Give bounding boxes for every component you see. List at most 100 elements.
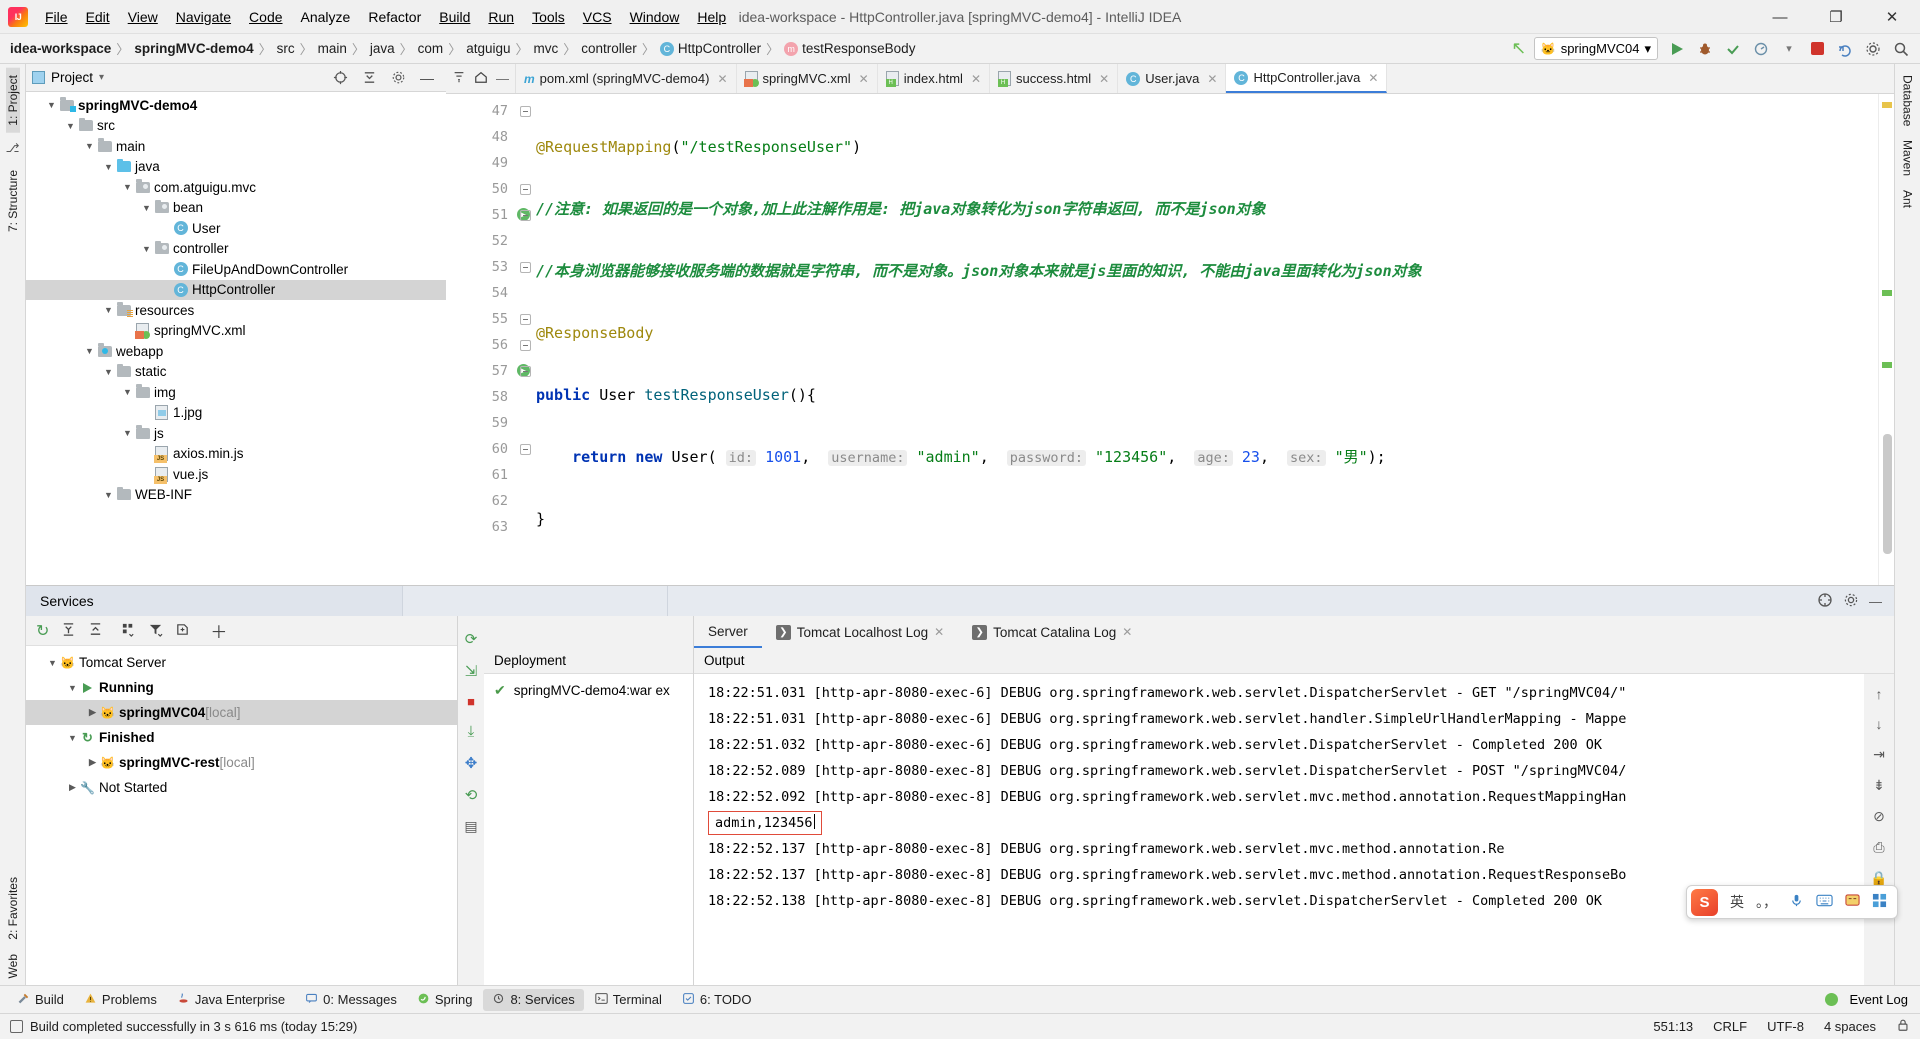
services-tree-node[interactable]: ▼ 🐱 Tomcat Server <box>26 650 457 675</box>
close-icon[interactable]: ✕ <box>1368 71 1378 85</box>
menu-tools[interactable]: Tools <box>523 4 574 30</box>
lock-icon[interactable] <box>1896 1018 1910 1035</box>
rail-tab-favorites[interactable]: 2: Favorites <box>6 870 20 947</box>
editor-tab[interactable]: C User.java ✕ <box>1118 64 1227 93</box>
line-number[interactable]: 51 ▶ <box>446 202 530 228</box>
ime-punctuation-icon[interactable]: 。， <box>1756 892 1777 912</box>
close-icon[interactable]: ✕ <box>1099 72 1109 86</box>
menu-help[interactable]: Help <box>688 4 735 30</box>
run-with-coverage-button[interactable] <box>1720 37 1746 61</box>
services-tree-node[interactable]: ▶ 🐱 springMVC-rest [local] <box>26 750 457 775</box>
close-icon[interactable]: ✕ <box>934 625 944 639</box>
event-log-label[interactable]: Event Log <box>1849 992 1908 1007</box>
fold-collapse-icon[interactable] <box>519 261 531 273</box>
tab-tomcat-catalina-log[interactable]: ❯ Tomcat Catalina Log ✕ <box>958 616 1146 648</box>
project-tree-node[interactable]: ▼ static <box>26 362 446 383</box>
close-icon[interactable]: ✕ <box>1207 72 1217 86</box>
deploy-icon[interactable]: ⤓ <box>468 723 475 740</box>
rerun-icon[interactable]: ↻ <box>36 621 49 641</box>
sort-tabs-icon[interactable] <box>452 70 466 87</box>
editor-tab[interactable]: C HttpController.java ✕ <box>1226 64 1388 93</box>
fold-marker[interactable] <box>514 176 536 202</box>
maximize-button[interactable]: ❐ <box>1808 0 1864 34</box>
menu-file[interactable]: File <box>36 4 77 30</box>
project-tree-node[interactable]: ▸ axios.min.js <box>26 444 446 465</box>
tree-expand-arrow-icon[interactable]: ▼ <box>121 387 134 397</box>
line-number[interactable]: 59 <box>446 410 514 436</box>
rail-tab-ant[interactable]: Ant <box>1901 183 1915 215</box>
indent-setting[interactable]: 4 spaces <box>1824 1019 1876 1034</box>
clear-all-icon[interactable]: ⊘ <box>1873 808 1885 825</box>
bottom-tab-services[interactable]: 8: Services <box>483 988 584 1011</box>
breadcrumb-item-workspace[interactable]: idea-workspace <box>10 41 111 56</box>
editor-tabs-list[interactable]: m pom.xml (springMVC-demo4) ✕ springMVC.xml… <box>516 64 1388 93</box>
home-icon[interactable] <box>474 70 488 87</box>
fold-marker[interactable] <box>514 150 536 176</box>
run-configuration-selector[interactable]: 🐱 springMVC04 ▾ <box>1533 37 1658 60</box>
fold-marker[interactable] <box>514 254 536 280</box>
fold-marker[interactable] <box>514 306 536 332</box>
fold-collapse-icon[interactable] <box>519 183 531 195</box>
close-button[interactable]: ✕ <box>1864 0 1920 34</box>
stop-icon[interactable]: ■ <box>467 694 475 709</box>
line-number[interactable]: 52 <box>446 228 514 254</box>
breadcrumb-item-class[interactable]: C HttpController <box>659 41 761 56</box>
redeploy-icon[interactable]: ⇲ <box>465 662 478 680</box>
close-icon[interactable]: ✕ <box>971 72 981 86</box>
close-icon[interactable]: ✕ <box>717 72 727 86</box>
project-tree-node[interactable]: ▼ img <box>26 382 446 403</box>
rail-tab-database[interactable]: Database <box>1901 68 1915 133</box>
tree-expand-arrow-icon[interactable]: ▶ <box>86 757 99 768</box>
build-hammer-icon[interactable]: ↖ <box>1506 37 1532 61</box>
line-number[interactable]: 63 <box>446 514 514 540</box>
menu-view[interactable]: View <box>119 4 167 30</box>
emoji-icon[interactable] <box>1845 893 1860 911</box>
sogou-logo-icon[interactable]: S <box>1691 888 1718 916</box>
tree-expand-arrow-icon[interactable]: ▸ <box>140 469 153 480</box>
tab-server[interactable]: Server <box>694 616 762 648</box>
fold-marker[interactable] <box>514 410 536 436</box>
status-toggle-icon[interactable] <box>10 1020 23 1033</box>
tree-expand-arrow-icon[interactable]: ▸ <box>140 407 153 418</box>
project-tree-node[interactable]: ▼ WEB-INF <box>26 485 446 506</box>
breadcrumb-item-com[interactable]: com <box>418 41 444 56</box>
tree-expand-arrow-icon[interactable]: ▸ <box>140 448 153 459</box>
bottom-tab-build[interactable]: Build <box>8 989 73 1011</box>
stop-button[interactable] <box>1804 37 1830 61</box>
project-tree-node[interactable]: ▼ java <box>26 157 446 178</box>
edit-config-icon[interactable]: ✥ <box>465 754 478 772</box>
tree-expand-arrow-icon[interactable]: ▼ <box>102 490 115 500</box>
services-tree[interactable]: ▼ 🐱 Tomcat Server ▼ Running ▶ 🐱 springMVC04 [lo… <box>26 646 457 985</box>
error-stripe[interactable] <box>1878 94 1894 585</box>
tree-expand-arrow-icon[interactable]: ▼ <box>121 182 134 192</box>
line-number[interactable]: 54 <box>446 280 514 306</box>
menu-build[interactable]: Build <box>430 4 479 30</box>
breadcrumb-item-java[interactable]: java <box>370 41 395 56</box>
menu-edit[interactable]: Edit <box>77 4 119 30</box>
tree-expand-arrow-icon[interactable]: ▼ <box>66 683 79 693</box>
fold-marker[interactable] <box>514 384 536 410</box>
add-tab-icon[interactable] <box>175 622 190 640</box>
profiler-button[interactable] <box>1748 37 1774 61</box>
hide-panel-icon[interactable]: — <box>414 66 440 90</box>
project-tree-node[interactable]: ▼ controller <box>26 239 446 260</box>
project-tree-node[interactable]: ▸ springMVC.xml <box>26 321 446 342</box>
fold-marker[interactable] <box>514 436 536 462</box>
fold-collapse-icon[interactable] <box>519 209 531 221</box>
menu-navigate[interactable]: Navigate <box>167 4 240 30</box>
project-tree-node[interactable]: ▸CFileUpAndDownController <box>26 259 446 280</box>
filter-icon[interactable] <box>148 622 163 640</box>
project-file-tree[interactable]: ▼ springMVC-demo4 ▼ src ▼ main ▼ java ▼ com.atgui… <box>26 92 446 585</box>
project-tree-node[interactable]: ▸CUser <box>26 218 446 239</box>
tree-expand-arrow-icon[interactable]: ▶ <box>66 782 79 793</box>
breadcrumb-item-main[interactable]: main <box>318 41 347 56</box>
tree-expand-arrow-icon[interactable]: ▼ <box>83 346 96 356</box>
ime-language-label[interactable]: 英 <box>1730 892 1744 912</box>
project-tree-node[interactable]: ▼ webapp <box>26 341 446 362</box>
editor-scrollbar-thumb[interactable] <box>1883 434 1892 554</box>
project-tree-node[interactable]: ▼ src <box>26 116 446 137</box>
menu-window[interactable]: Window <box>621 4 689 30</box>
tree-expand-arrow-icon[interactable]: ▼ <box>64 121 77 131</box>
bottom-tab-spring[interactable]: Spring <box>408 989 482 1011</box>
services-tree-node[interactable]: ▼ Running <box>26 675 457 700</box>
